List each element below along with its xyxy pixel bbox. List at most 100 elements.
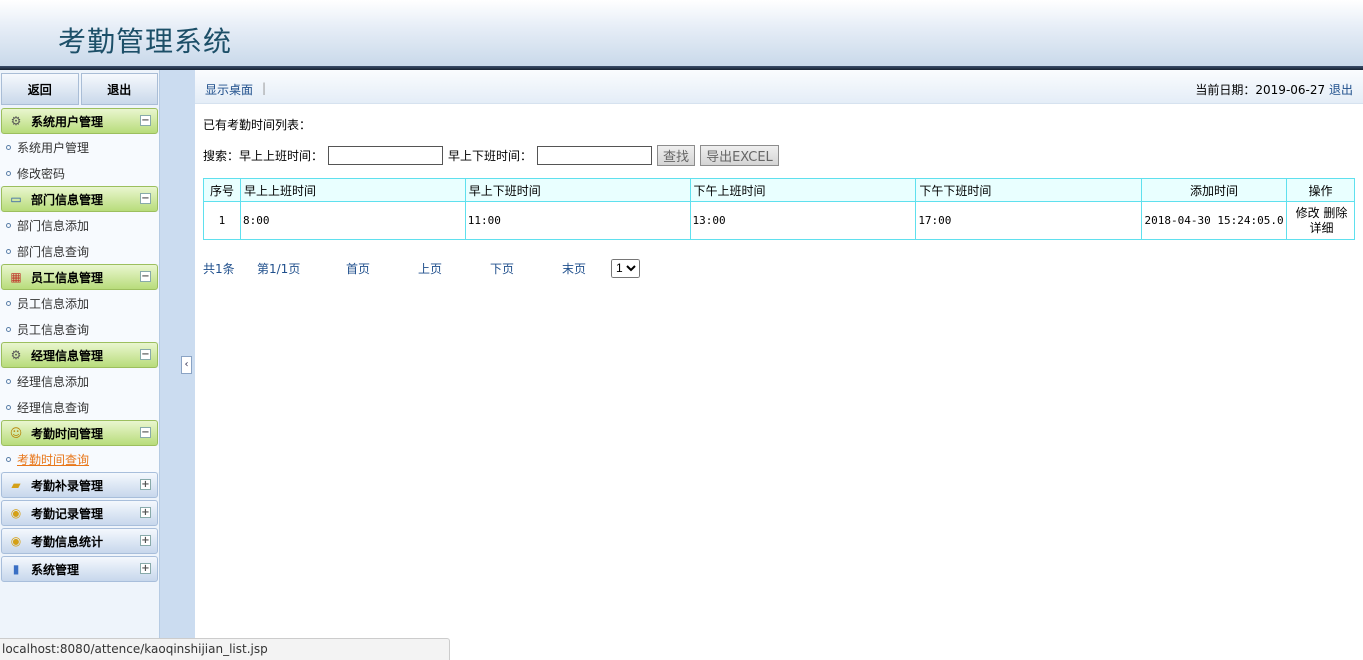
- collapse-icon[interactable]: −: [140, 115, 151, 126]
- am-start-input[interactable]: [328, 145, 444, 165]
- search-bar: 搜索： 早上上班时间： 早上下班时间： 查找 导出EXCEL: [203, 144, 1363, 166]
- sidebar-group-header[interactable]: ▰ 考勤补录管理 +: [1, 472, 158, 498]
- sidebar-top-buttons: 返回 退出: [0, 70, 159, 108]
- sidebar-splitter[interactable]: ‹: [160, 70, 195, 638]
- am-start-label: 早上上班时间：: [239, 148, 324, 163]
- search-label: 搜索：: [203, 148, 240, 163]
- sidebar-group-title: 考勤补录管理: [31, 478, 104, 493]
- collapse-icon[interactable]: −: [140, 271, 151, 282]
- cell-added: 2018-04-30 15:24:05.0: [1141, 201, 1287, 240]
- sidebar-item[interactable]: 经理信息添加: [0, 368, 159, 394]
- bullet-icon: [6, 456, 11, 462]
- sidebar-group-header[interactable]: ⚙ 系统用户管理 −: [1, 108, 158, 134]
- bullet-icon: [6, 378, 11, 384]
- bullet-icon: [6, 300, 11, 306]
- sidebar-group-title: 员工信息管理: [31, 270, 104, 285]
- monitor-icon: ▭: [10, 192, 22, 206]
- am-end-input[interactable]: [537, 145, 653, 165]
- edit-link[interactable]: 修改: [1296, 206, 1320, 220]
- coins-icon: ◉: [10, 506, 22, 520]
- sidebar-group-items: 部门信息添加 部门信息查询: [0, 212, 159, 264]
- collapse-icon[interactable]: −: [140, 349, 151, 360]
- sidebar-item[interactable]: 经理信息查询: [0, 394, 159, 420]
- delete-link[interactable]: 删除: [1323, 206, 1347, 220]
- bottom-blank: [450, 638, 1363, 660]
- sidebar-menu: ⚙ 系统用户管理 − 系统用户管理修改密码 ▭ 部门信息管理 − 部门信息添加 部门信息查询 ▦ 员…: [0, 108, 159, 584]
- sidebar-item[interactable]: 考勤时间查询: [0, 446, 159, 472]
- sidebar-group-title: 系统管理: [31, 562, 80, 577]
- logout-button[interactable]: 退出: [80, 73, 158, 105]
- cell-ops: 修改 删除 详细: [1286, 201, 1355, 240]
- calendar-icon: ▦: [10, 270, 22, 284]
- browser-status-bar: localhost:8080/attence/kaoqinshijian_lis…: [0, 638, 450, 660]
- sidebar-group-title: 考勤记录管理: [31, 506, 104, 521]
- sidebar-item-label: 修改密码: [17, 166, 66, 181]
- sidebar-group-header[interactable]: ▭ 部门信息管理 −: [1, 186, 158, 212]
- group-gap: [0, 582, 159, 584]
- sidebar-item[interactable]: 员工信息添加: [0, 290, 159, 316]
- cell-pm-out: 17:00: [915, 201, 1143, 240]
- col-header-pm-out: 下午下班时间: [915, 178, 1143, 202]
- pager-prev[interactable]: 上页: [418, 260, 490, 277]
- sidebar-group-header[interactable]: ⚙ 经理信息管理 −: [1, 342, 158, 368]
- collapse-sidebar-icon[interactable]: ‹: [181, 356, 192, 374]
- sidebar-group-header[interactable]: ▦ 员工信息管理 −: [1, 264, 158, 290]
- current-date-label: 当前日期：2019-06-27: [1195, 83, 1326, 97]
- sidebar-item[interactable]: 部门信息查询: [0, 238, 159, 264]
- sidebar-group-title: 系统用户管理: [31, 114, 104, 129]
- content-area: 已有考勤时间列表： 搜索： 早上上班时间： 早上下班时间： 查找 导出EXCEL…: [195, 116, 1363, 278]
- show-desktop-link[interactable]: 显示桌面: [205, 81, 253, 98]
- collapse-icon[interactable]: −: [140, 193, 151, 204]
- sidebar-item[interactable]: 修改密码: [0, 160, 159, 186]
- folder-icon: ▰: [11, 478, 21, 492]
- collapse-icon[interactable]: −: [140, 427, 151, 438]
- sidebar-item[interactable]: 系统用户管理: [0, 134, 159, 160]
- detail-link[interactable]: 详细: [1309, 221, 1333, 235]
- sidebar-group-title: 经理信息管理: [31, 348, 104, 363]
- back-button[interactable]: 返回: [1, 73, 79, 105]
- sidebar-item-label: 部门信息查询: [17, 244, 90, 259]
- sidebar-item[interactable]: 员工信息查询: [0, 316, 159, 342]
- pager-next[interactable]: 下页: [490, 260, 562, 277]
- sidebar-item[interactable]: 部门信息添加: [0, 212, 159, 238]
- sidebar-group-header[interactable]: ☺ 考勤时间管理 −: [1, 420, 158, 446]
- find-button[interactable]: 查找: [657, 144, 696, 166]
- sidebar-group-title: 考勤信息统计: [31, 534, 104, 549]
- bullet-icon: [6, 170, 11, 176]
- table-header-row: 序号 早上上班时间 早上下班时间 下午上班时间 下午下班时间 添加时间 操作: [203, 178, 1355, 202]
- sidebar-group-header[interactable]: ◉ 考勤记录管理 +: [1, 500, 158, 526]
- topbar-separator: |: [262, 81, 267, 95]
- person-icon: ☺: [9, 426, 23, 440]
- bullet-icon: [6, 144, 11, 150]
- expand-icon[interactable]: +: [140, 563, 151, 574]
- expand-icon[interactable]: +: [140, 479, 151, 490]
- sidebar-group-title: 部门信息管理: [31, 192, 104, 207]
- export-excel-button[interactable]: 导出EXCEL: [700, 144, 779, 166]
- bullet-icon: [6, 404, 11, 410]
- sidebar-item-label: 员工信息添加: [17, 296, 90, 311]
- gear-icon: ⚙: [10, 114, 22, 128]
- table-row: 1 8:00 11:00 13:00 17:00 2018-04-30 15:2…: [203, 201, 1355, 240]
- app-header: 考勤管理系统: [0, 0, 1363, 66]
- expand-icon[interactable]: +: [140, 507, 151, 518]
- am-end-label: 早上下班时间：: [448, 148, 533, 163]
- col-header-pm-in: 下午上班时间: [689, 178, 917, 202]
- bullet-icon: [6, 326, 11, 332]
- cell-am-in: 8:00: [239, 201, 466, 240]
- sidebar-item-label: 部门信息添加: [17, 218, 90, 233]
- cell-am-out: 11:00: [464, 201, 691, 240]
- attendance-time-table: 序号 早上上班时间 早上下班时间 下午上班时间 下午下班时间 添加时间 操作 1…: [203, 178, 1355, 240]
- pager-last[interactable]: 末页: [562, 260, 611, 277]
- topbar-logout-link[interactable]: 退出: [1329, 83, 1353, 97]
- expand-icon[interactable]: +: [140, 535, 151, 546]
- sidebar: 返回 退出 ⚙ 系统用户管理 − 系统用户管理 修改密码 ▭ 部门信息管理 − 部门信息添加 部门…: [0, 70, 160, 638]
- col-header-am-out: 早上下班时间: [464, 178, 691, 202]
- sidebar-group-header[interactable]: ◉ 考勤信息统计 +: [1, 528, 158, 554]
- sidebar-group-items: 员工信息添加员工信息查询: [0, 290, 159, 342]
- sidebar-group-header[interactable]: ▮ 系统管理 +: [1, 556, 158, 582]
- app-title: 考勤管理系统: [58, 25, 233, 58]
- sidebar-item-label: 考勤时间查询: [17, 452, 90, 467]
- page-select[interactable]: 1: [611, 258, 640, 278]
- sidebar-group-title: 考勤时间管理: [31, 426, 104, 441]
- pager-first[interactable]: 首页: [346, 260, 418, 277]
